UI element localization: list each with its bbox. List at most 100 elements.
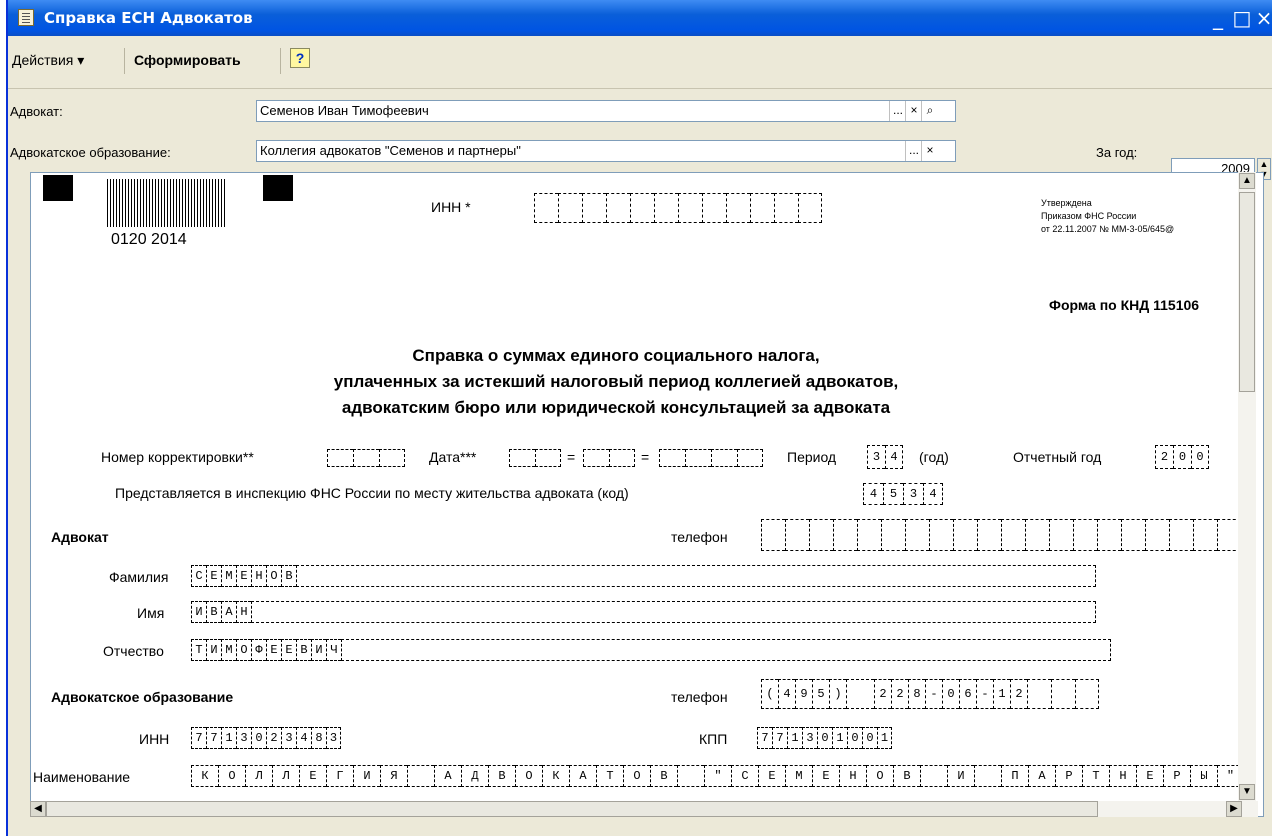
input-cell[interactable]: 0 — [817, 727, 832, 749]
input-cell[interactable]: А — [1028, 765, 1055, 787]
input-cell[interactable] — [353, 449, 379, 467]
input-cell[interactable]: 5 — [883, 483, 903, 505]
input-cell[interactable] — [920, 765, 947, 787]
input-cell-rest[interactable] — [296, 565, 1096, 587]
input-cell[interactable]: И — [947, 765, 974, 787]
input-cell[interactable]: О — [623, 765, 650, 787]
input-cell[interactable] — [1193, 519, 1217, 551]
input-cell[interactable]: Ч — [326, 639, 341, 661]
input-cell[interactable]: Т — [1082, 765, 1109, 787]
input-cell[interactable] — [654, 193, 678, 223]
input-cell[interactable]: С — [731, 765, 758, 787]
input-cell[interactable] — [379, 449, 405, 467]
input-cell[interactable]: М — [785, 765, 812, 787]
inn-boxes[interactable] — [534, 193, 822, 223]
input-cell[interactable] — [977, 519, 1001, 551]
input-cell[interactable]: 4 — [296, 727, 311, 749]
input-cell[interactable] — [1051, 679, 1075, 709]
input-cell[interactable]: Е — [299, 765, 326, 787]
input-cell[interactable] — [509, 449, 535, 467]
input-cell[interactable] — [677, 765, 704, 787]
input-cell[interactable] — [1075, 679, 1099, 709]
input-cell[interactable]: 0 — [862, 727, 877, 749]
input-cell[interactable] — [737, 449, 763, 467]
inspection-boxes[interactable]: 4534 — [863, 483, 943, 505]
input-cell[interactable]: В — [281, 565, 296, 587]
input-cell[interactable]: Е — [1136, 765, 1163, 787]
input-cell[interactable]: 3 — [903, 483, 923, 505]
input-cell[interactable]: 7 — [206, 727, 221, 749]
input-cell[interactable] — [327, 449, 353, 467]
input-cell[interactable]: 4 — [885, 445, 903, 469]
select-button[interactable]: ... — [889, 101, 906, 121]
org-inn-boxes[interactable]: 7713023483 — [191, 727, 341, 749]
input-cell[interactable]: И — [191, 601, 206, 623]
actions-menu[interactable]: Действия ▾ — [12, 52, 84, 69]
input-cell[interactable]: 2 — [874, 679, 891, 709]
generate-button[interactable]: Сформировать — [134, 52, 241, 68]
input-cell[interactable] — [785, 519, 809, 551]
input-cell[interactable]: 7 — [757, 727, 772, 749]
input-cell[interactable]: Е — [281, 639, 296, 661]
horizontal-scrollbar[interactable]: ◀ ▶ — [30, 801, 1258, 817]
input-cell[interactable] — [534, 193, 558, 223]
scroll-left-icon[interactable]: ◀ — [30, 801, 46, 817]
input-cell[interactable]: Н — [839, 765, 866, 787]
kpp-boxes[interactable]: 771301001 — [757, 727, 892, 749]
input-cell[interactable]: - — [976, 679, 993, 709]
input-cell[interactable]: Л — [245, 765, 272, 787]
input-cell[interactable]: М — [221, 639, 236, 661]
select-button[interactable]: ... — [905, 141, 922, 161]
input-cell[interactable]: 8 — [908, 679, 925, 709]
input-cell[interactable]: Н — [236, 601, 251, 623]
patronymic-boxes[interactable]: ТИМОФЕЕВИЧ — [191, 639, 1111, 661]
date-day-boxes[interactable] — [509, 449, 561, 467]
close-icon[interactable]: × — [1252, 6, 1272, 30]
input-cell[interactable]: Я — [380, 765, 407, 787]
input-cell[interactable] — [809, 519, 833, 551]
input-cell[interactable] — [953, 519, 977, 551]
input-cell[interactable]: 1 — [993, 679, 1010, 709]
input-cell[interactable] — [1121, 519, 1145, 551]
org-name-boxes[interactable]: КОЛЛЕГИЯ АДВОКАТОВ " С Е М Е Н О В И П А Р Т Н Е Р Ы " — [191, 765, 1244, 787]
input-cell[interactable]: Л — [272, 765, 299, 787]
input-cell[interactable] — [1073, 519, 1097, 551]
input-cell[interactable]: М — [221, 565, 236, 587]
input-cell[interactable] — [583, 449, 609, 467]
input-cell[interactable] — [685, 449, 711, 467]
input-cell[interactable] — [1097, 519, 1121, 551]
input-cell[interactable] — [1025, 519, 1049, 551]
input-cell[interactable]: 0 — [942, 679, 959, 709]
input-cell[interactable]: Д — [461, 765, 488, 787]
input-cell[interactable] — [558, 193, 582, 223]
input-cell[interactable] — [582, 193, 606, 223]
input-cell[interactable] — [535, 449, 561, 467]
input-cell[interactable]: А — [569, 765, 596, 787]
period-boxes[interactable]: 34 — [867, 445, 903, 469]
input-cell[interactable]: Р — [1055, 765, 1082, 787]
input-cell[interactable] — [659, 449, 685, 467]
date-month-boxes[interactable] — [583, 449, 635, 467]
input-cell[interactable]: ) — [829, 679, 846, 709]
input-cell[interactable]: 9 — [795, 679, 812, 709]
input-cell[interactable] — [1049, 519, 1073, 551]
input-cell[interactable]: В — [650, 765, 677, 787]
org-field[interactable]: Коллегия адвокатов "Семенов и партнеры" … — [256, 140, 956, 162]
input-cell-rest[interactable] — [341, 639, 1111, 661]
input-cell[interactable] — [846, 679, 874, 709]
input-cell[interactable]: ( — [761, 679, 778, 709]
input-cell[interactable]: А — [221, 601, 236, 623]
input-cell[interactable]: В — [206, 601, 221, 623]
clear-icon[interactable]: × — [921, 141, 938, 161]
input-cell[interactable]: О — [515, 765, 542, 787]
surname-boxes[interactable]: СЕМЕНОВ — [191, 565, 1096, 587]
input-cell[interactable]: 3 — [867, 445, 885, 469]
vertical-scrollbar[interactable]: ▲ ▼ — [1238, 172, 1256, 817]
input-cell[interactable] — [678, 193, 702, 223]
clear-icon[interactable]: × — [905, 101, 922, 121]
input-cell[interactable] — [774, 193, 798, 223]
input-cell[interactable]: К — [191, 765, 218, 787]
input-cell[interactable] — [606, 193, 630, 223]
input-cell[interactable]: 0 — [847, 727, 862, 749]
input-cell[interactable] — [1027, 679, 1051, 709]
